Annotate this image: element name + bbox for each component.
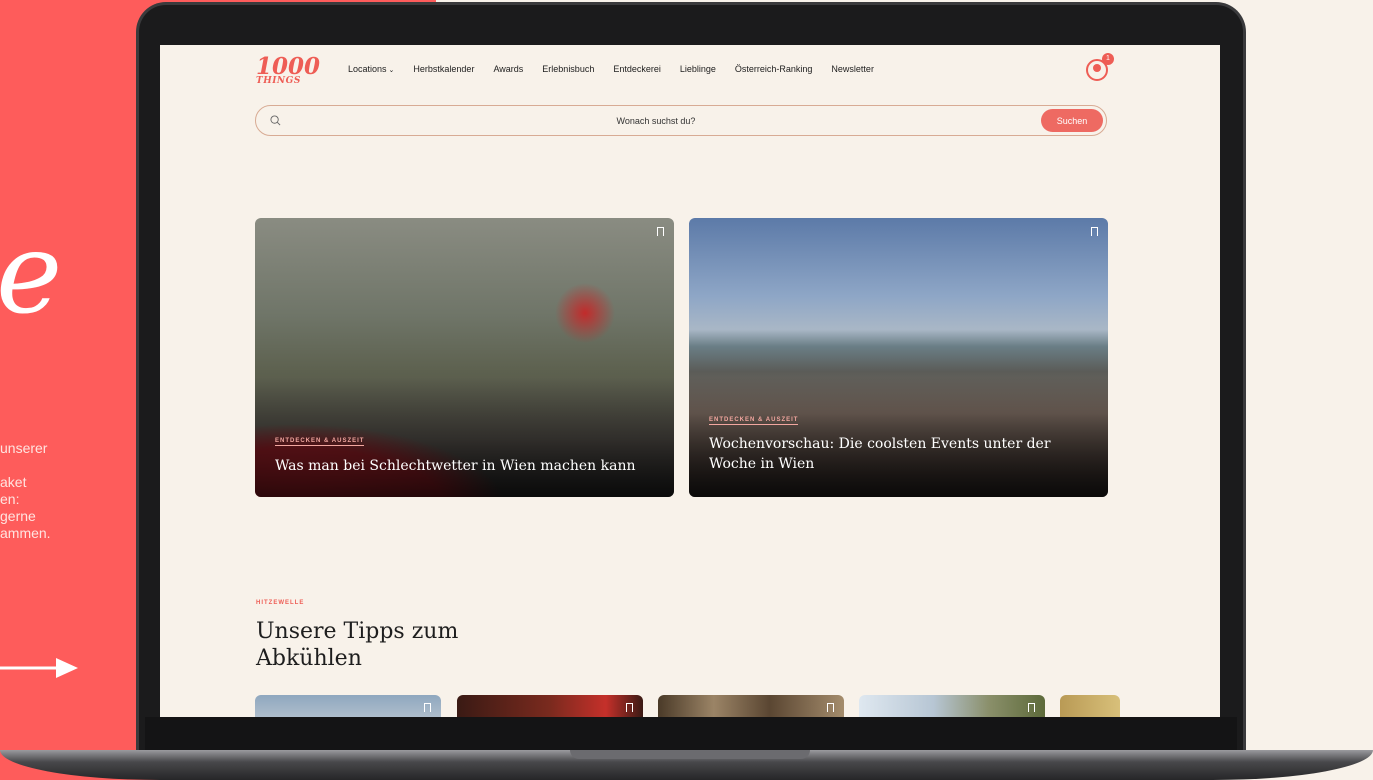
search-icon	[270, 115, 281, 126]
nav-lieblinge[interactable]: Lieblinge	[680, 64, 716, 74]
featured-card[interactable]: ENTDECKEN & AUSZEIT Was man bei Schlecht…	[255, 218, 674, 497]
bookmark-icon[interactable]	[424, 703, 431, 712]
arrow-right-icon[interactable]	[0, 656, 80, 680]
bookmark-icon[interactable]	[827, 703, 834, 712]
nav-herbstkalender[interactable]: Herbstkalender	[413, 64, 474, 74]
bookmark-icon[interactable]	[1091, 227, 1098, 236]
tip-card[interactable]	[255, 695, 441, 717]
featured-card[interactable]: ENTDECKEN & AUSZEIT Wochenvorschau: Die …	[689, 218, 1108, 497]
logo-number: 1000	[256, 53, 321, 80]
promo-text: unserer aket en: gerne ammen.	[0, 440, 51, 541]
site-logo[interactable]: 1000 THINGS	[256, 55, 320, 86]
chevron-down-icon: ⌄	[388, 67, 395, 74]
laptop-screen: 1000 THINGS Locations ⌄ Herbstkalender Aw…	[160, 45, 1220, 717]
section-title: Unsere Tipps zum Abkühlen	[256, 619, 459, 671]
tip-card[interactable]	[457, 695, 643, 717]
search-bar: Suchen	[255, 105, 1107, 136]
tip-card[interactable]	[859, 695, 1045, 717]
card-overlay	[255, 377, 674, 497]
card-category[interactable]: ENTDECKEN & AUSZEIT	[275, 438, 365, 446]
bookmark-icon[interactable]	[657, 227, 664, 236]
promo-letter: e	[0, 209, 63, 339]
laptop-notch	[570, 750, 810, 759]
card-title[interactable]: Wochenvorschau: Die coolsten Events unte…	[709, 434, 1089, 474]
nav-erlebnisbuch[interactable]: Erlebnisbuch	[542, 64, 594, 74]
laptop-bezel	[145, 717, 1237, 752]
search-button[interactable]: Suchen	[1041, 109, 1103, 132]
nav-awards[interactable]: Awards	[493, 64, 523, 74]
tip-card[interactable]	[658, 695, 844, 717]
search-input[interactable]	[296, 112, 1016, 130]
card-title[interactable]: Was man bei Schlechtwetter in Wien mache…	[275, 456, 655, 476]
nav-newsletter[interactable]: Newsletter	[831, 64, 874, 74]
nav-entdeckerei[interactable]: Entdeckerei	[613, 64, 661, 74]
nav-oesterreich-ranking[interactable]: Österreich-Ranking	[735, 64, 813, 74]
nav-locations[interactable]: Locations ⌄	[348, 64, 394, 74]
notification-badge: 1	[1102, 53, 1114, 65]
card-category[interactable]: ENTDECKEN & AUSZEIT	[709, 417, 799, 425]
section-kicker: HITZEWELLE	[256, 600, 305, 606]
bookmark-icon[interactable]	[626, 703, 633, 712]
tip-card[interactable]	[1060, 695, 1120, 717]
main-nav: Locations ⌄ Herbstkalender Awards Erlebni…	[348, 64, 874, 74]
bookmark-icon[interactable]	[1028, 703, 1035, 712]
